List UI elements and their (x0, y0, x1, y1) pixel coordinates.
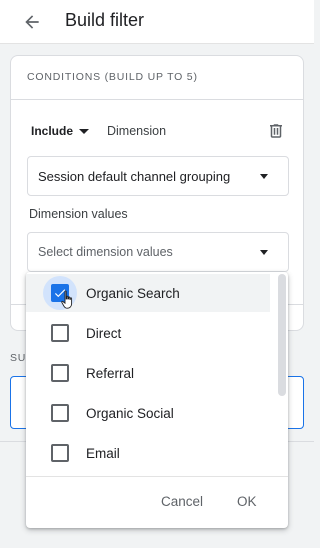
checkbox[interactable] (51, 404, 69, 422)
checkbox-checked[interactable] (51, 284, 69, 302)
option-email[interactable]: Email (26, 434, 270, 472)
dropdown-arrow-icon (260, 250, 268, 255)
cancel-button[interactable]: Cancel (161, 494, 203, 509)
panel-header: Build filter (0, 0, 314, 44)
option-label: Organic Search (86, 285, 180, 301)
dimension-values-menu: Organic Search Direct Referral Organic S… (26, 272, 288, 528)
dimension-select[interactable]: Session default channel grouping (27, 156, 289, 196)
option-organic-social[interactable]: Organic Social (26, 394, 270, 432)
delete-condition-button[interactable] (267, 122, 285, 140)
summary-section-label: SU (10, 352, 27, 364)
option-label: Direct (86, 325, 122, 341)
check-icon (54, 289, 66, 298)
conditions-title: CONDITIONS (BUILD UP TO 5) (27, 71, 198, 83)
menu-divider (26, 476, 288, 477)
checkbox-ripple (43, 316, 77, 350)
include-label: Include (31, 124, 74, 138)
dimension-values-select[interactable]: Select dimension values (27, 232, 289, 272)
option-label: Email (86, 445, 120, 461)
option-label: Organic Social (86, 405, 174, 421)
option-direct[interactable]: Direct (26, 314, 270, 352)
option-organic-search[interactable]: Organic Search (26, 274, 270, 312)
ok-button[interactable]: OK (237, 494, 257, 509)
dropdown-arrow-icon (260, 174, 268, 179)
checkbox-ripple (43, 356, 77, 390)
page-title: Build filter (65, 10, 145, 30)
dimension-values-label: Dimension values (29, 207, 128, 221)
dimension-values-placeholder: Select dimension values (38, 245, 173, 259)
include-dropdown[interactable]: Include (31, 124, 90, 138)
arrow-back-icon (25, 15, 39, 29)
back-button[interactable] (18, 8, 46, 36)
chevron-down-icon (79, 128, 90, 134)
option-label: Referral (86, 365, 135, 381)
conditions-card-header: CONDITIONS (BUILD UP TO 5) (11, 56, 303, 100)
checkbox-ripple (43, 276, 77, 310)
dimension-select-value: Session default channel grouping (38, 169, 231, 184)
checkbox-ripple (43, 436, 77, 470)
checkbox[interactable] (51, 444, 69, 462)
checkbox-ripple (43, 396, 77, 430)
build-filter-panel: Build filter CONDITIONS (BUILD UP TO 5) … (0, 0, 314, 548)
checkbox[interactable] (51, 364, 69, 382)
dimension-label: Dimension (107, 124, 167, 138)
option-referral[interactable]: Referral (26, 354, 270, 392)
checkbox[interactable] (51, 324, 69, 342)
scrollbar-thumb[interactable] (278, 274, 286, 396)
trash-icon (270, 124, 282, 138)
